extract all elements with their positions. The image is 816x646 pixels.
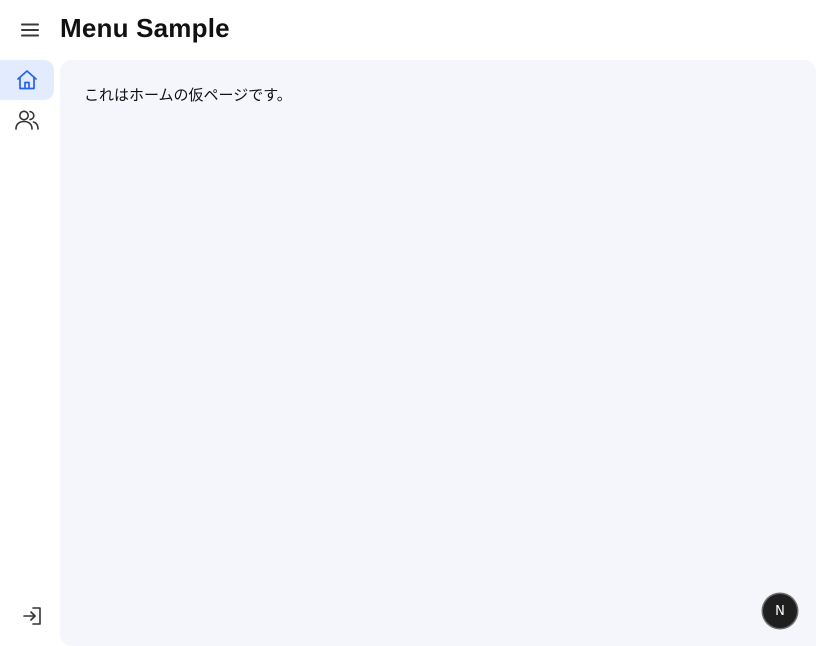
main-content: これはホームの仮ページです。 <box>60 60 816 646</box>
home-placeholder-text: これはホームの仮ページです。 <box>84 87 292 104</box>
app-header: Menu Sample <box>0 0 816 58</box>
framework-badge[interactable]: N <box>763 594 797 628</box>
page-title: Menu Sample <box>60 13 230 43</box>
users-icon <box>15 110 39 130</box>
sidebar-item-users[interactable] <box>0 100 54 140</box>
hamburger-menu-icon <box>21 23 39 37</box>
sign-in-icon <box>23 607 41 625</box>
sidebar <box>0 58 56 646</box>
menu-toggle-button[interactable] <box>14 14 46 46</box>
sidebar-item-home[interactable] <box>0 60 54 100</box>
home-icon <box>17 70 37 90</box>
app-window: Menu Sample これはホームの仮ページです。 N <box>0 0 816 646</box>
sidebar-item-logout[interactable] <box>12 600 52 632</box>
